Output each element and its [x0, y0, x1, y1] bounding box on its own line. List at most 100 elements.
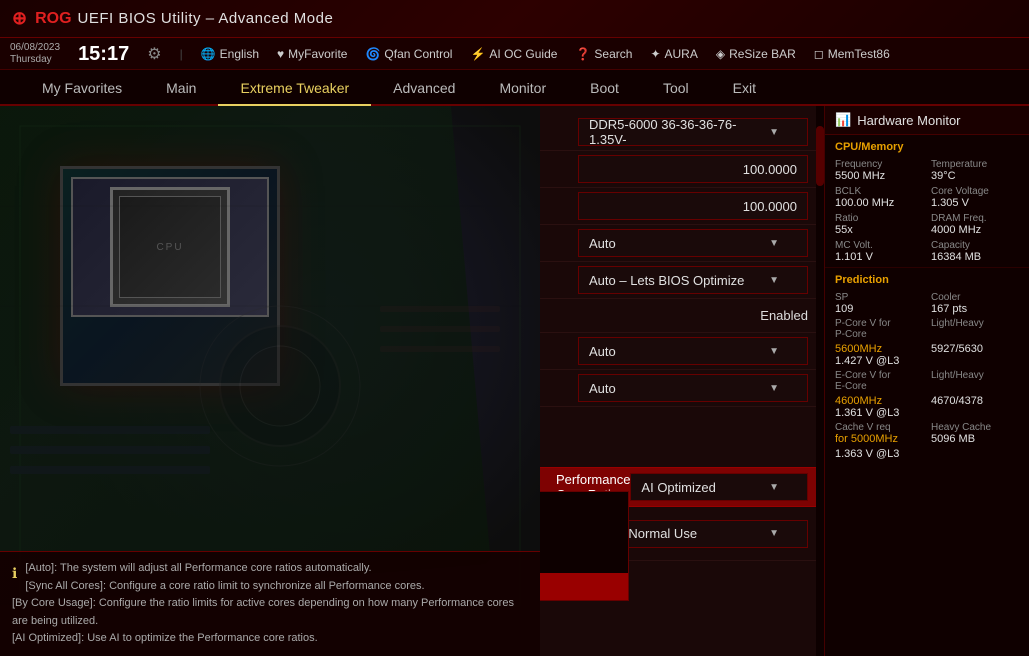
pcore-v-right: Light/Heavy — [931, 318, 1019, 340]
myfavorite-menu[interactable]: ♥ MyFavorite — [277, 47, 347, 61]
pcie-input[interactable] — [578, 192, 808, 220]
info-line-1: [Auto]: The system will adjust all Perfo… — [12, 560, 528, 578]
avx-freq-arrow: ▼ — [769, 528, 779, 539]
motherboard-image: CPU — [0, 106, 540, 656]
heavy-cache-item: Heavy Cache 5096 MB — [931, 422, 1019, 445]
nav-main[interactable]: Main — [144, 70, 218, 106]
info-line-4: [AI Optimized]: Use AI to optimize the P… — [12, 630, 528, 648]
menu-item-auto[interactable]: Auto — [540, 492, 628, 519]
auto-row1: Auto ▼ — [540, 225, 824, 262]
auto-dropdown1-arrow: ▼ — [769, 238, 779, 249]
cooler-item: Cooler 167 pts — [931, 292, 1019, 315]
top-menu-bar: 06/08/2023 Thursday 15:17 ⚙ | 🌐 English … — [0, 38, 1029, 70]
enabled-value: Enabled — [760, 304, 808, 327]
hw-monitor-panel: 📊 Hardware Monitor CPU/Memory Frequency … — [824, 106, 1029, 656]
aura-menu[interactable]: ✦ AURA — [650, 47, 697, 61]
bclk-value — [578, 155, 808, 183]
nav-exit[interactable]: Exit — [711, 70, 778, 106]
menu-item-by-core[interactable]: By Core Usage — [540, 546, 628, 573]
prediction-section: Prediction SP 109 Cooler 167 pts P-Core … — [825, 268, 1029, 464]
pcie-row — [540, 188, 824, 225]
bios-optimize-arrow: ▼ — [769, 275, 779, 286]
bclk-row — [540, 151, 824, 188]
auto-dropdown2[interactable]: Auto ▼ — [578, 337, 808, 365]
date: 06/08/2023 — [10, 42, 60, 54]
perf-core-open-arrow: ▼ — [769, 383, 779, 394]
scrollbar-thumb[interactable] — [816, 126, 824, 186]
scrollbar-track — [816, 106, 824, 656]
title-bar: ⊕ ROG UEFI BIOS Utility – Advanced Mode — [0, 0, 1029, 38]
memtest-menu[interactable]: ◻ MemTest86 — [814, 47, 890, 61]
ddr5-dropdown-arrow: ▼ — [769, 127, 779, 138]
info-panel: ℹ [Auto]: The system will adjust all Per… — [0, 551, 540, 656]
day: Thursday — [10, 54, 60, 66]
perf-ratio-arrow: ▼ — [769, 482, 779, 493]
nav-my-favorites[interactable]: My Favorites — [20, 70, 144, 106]
hw-monitor-title: 📊 Hardware Monitor — [825, 106, 1029, 135]
pcore-speed-item: 5927/5630 — [931, 343, 1019, 367]
nav-boot[interactable]: Boot — [568, 70, 641, 106]
auto-dropdown2-arrow: ▼ — [769, 346, 779, 357]
pcore-v-for-item: P-Core V for P-Core — [835, 318, 923, 340]
cache-voltage-item: 1.363 V @L3 — [835, 448, 923, 460]
settings-area: DDR5-6000 36-36-36-76-1.35V- ▼ — [540, 106, 824, 656]
bios-title: UEFI BIOS Utility – Advanced Mode — [78, 10, 334, 27]
nav-extreme-tweaker[interactable]: Extreme Tweaker — [218, 70, 371, 106]
ecore-v-for-item: E-Core V for E-Core — [835, 370, 923, 392]
menu-item-ai-optimized[interactable]: AI Optimized — [540, 573, 628, 600]
cpu-memory-grid: Frequency 5500 MHz Temperature 39°C BCLK… — [835, 159, 1019, 263]
capacity-item: Capacity 16384 MB — [931, 240, 1019, 263]
auto-value2: Auto ▼ — [578, 337, 808, 365]
mc-volt-item: MC Volt. 1.101 V — [835, 240, 923, 263]
ddr5-value: DDR5-6000 36-36-36-76-1.35V- ▼ — [578, 118, 808, 146]
date-time: 06/08/2023 Thursday — [10, 42, 60, 66]
nav-tool[interactable]: Tool — [641, 70, 711, 106]
auto-row2: Auto ▼ — [540, 333, 824, 370]
settings-icon[interactable]: ⚙ — [147, 44, 161, 64]
nav-bar: My Favorites Main Extreme Tweaker Advanc… — [0, 70, 1029, 106]
bios-optimize-value: Auto – Lets BIOS Optimize ▼ — [578, 266, 808, 294]
performance-core-ratio-dropdown[interactable]: AI Optimized ▼ — [630, 473, 808, 501]
perf-core-open-dropdown[interactable]: Auto ▼ — [578, 374, 808, 402]
left-panel: CPU — [0, 106, 540, 656]
info-icon: ℹ — [12, 562, 17, 584]
ai-oc-menu[interactable]: ⚡ AI OC Guide — [470, 47, 557, 61]
nav-advanced[interactable]: Advanced — [371, 70, 477, 106]
auto-dropdown1[interactable]: Auto ▼ — [578, 229, 808, 257]
core-voltage-item: Core Voltage 1.305 V — [931, 186, 1019, 209]
dram-freq-item: DRAM Freq. 4000 MHz — [931, 213, 1019, 236]
resize-bar-menu[interactable]: ◈ ReSize BAR — [716, 47, 796, 61]
search-menu[interactable]: ❓ Search — [575, 47, 632, 61]
time-display: 15:17 — [78, 44, 129, 64]
ddr5-dropdown[interactable]: DDR5-6000 36-36-36-76-1.35V- ▼ — [578, 118, 808, 146]
nav-monitor[interactable]: Monitor — [477, 70, 568, 106]
menu-item-sync-all[interactable]: Sync All Cores — [540, 519, 628, 546]
ecore-speed-item: 4670/4378 — [931, 395, 1019, 419]
bios-optimize-dropdown[interactable]: Auto – Lets BIOS Optimize ▼ — [578, 266, 808, 294]
pcie-value — [578, 192, 808, 220]
enabled-row: Enabled — [540, 299, 824, 333]
perf-core-open-value: Auto ▼ — [578, 374, 808, 402]
qfan-menu[interactable]: 🌀 Qfan Control — [365, 47, 452, 61]
sp-item: SP 109 — [835, 292, 923, 315]
pcore-mhz-item: 5600MHz 1.427 V @L3 — [835, 343, 923, 367]
ecore-right: Light/Heavy — [931, 370, 1019, 392]
info-line-2: [Sync All Cores]: Configure a core ratio… — [12, 578, 528, 596]
ratio-item: Ratio 55x — [835, 213, 923, 236]
enabled-text: Enabled — [760, 304, 808, 327]
info-line-3: [By Core Usage]: Configure the ratio lim… — [12, 595, 528, 630]
ddr5-row: DDR5-6000 36-36-36-76-1.35V- ▼ — [540, 114, 824, 151]
temperature-item: Temperature 39°C — [931, 159, 1019, 182]
cpu-memory-section: CPU/Memory Frequency 5500 MHz Temperatur… — [825, 135, 1029, 268]
frequency-item: Frequency 5500 MHz — [835, 159, 923, 182]
bclk-input[interactable] — [578, 155, 808, 183]
info-text: [Auto]: The system will adjust all Perfo… — [12, 560, 528, 648]
bios-optimize-row: Auto – Lets BIOS Optimize ▼ — [540, 262, 824, 299]
main-layout: CPU — [0, 106, 1029, 656]
prediction-grid: SP 109 Cooler 167 pts P-Core V for P-Cor… — [835, 292, 1019, 460]
avx-frequency-dropdown[interactable]: Normal Use ▼ — [617, 520, 808, 548]
cache-v-req-item: Cache V req for 5000MHz — [835, 422, 923, 445]
cpu-memory-title: CPU/Memory — [835, 141, 1019, 153]
language-menu[interactable]: 🌐 English — [201, 47, 259, 61]
prediction-title: Prediction — [835, 274, 1019, 286]
